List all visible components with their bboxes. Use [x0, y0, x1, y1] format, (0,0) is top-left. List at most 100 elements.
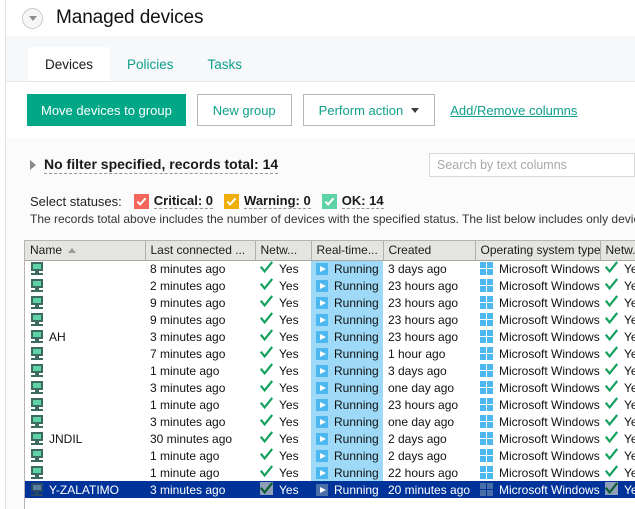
cell-last-connected: 1 minute ago [150, 397, 220, 412]
device-monitor-icon [30, 364, 44, 377]
table-row[interactable]: 1 minute ago Yes Running 2 days ago Microsof… [25, 447, 635, 464]
tab-tasks[interactable]: Tasks [191, 47, 260, 81]
triangle-right-icon[interactable] [30, 160, 36, 170]
table-row[interactable]: 1 minute ago Yes Running 3 days ago Microsof… [25, 362, 635, 379]
cell-last-connected: 1 minute ago [150, 465, 220, 480]
os-type-text: Microsoft Windows 10 [499, 465, 600, 480]
check-icon [604, 345, 619, 362]
windows-logo-icon [480, 347, 493, 360]
cell-network-agent-2: Yes [600, 481, 635, 498]
status-filter-ok[interactable]: OK: 14 [321, 193, 384, 209]
column-header-last-connected[interactable]: Last connected ... [145, 241, 256, 261]
device-monitor-icon [30, 466, 44, 479]
table-row[interactable]: 9 minutes ago Yes Running 23 hours ago Micro… [25, 311, 635, 328]
network-agent-text: Yes [279, 278, 299, 293]
column-header-realtime[interactable]: Real-time... [311, 241, 384, 261]
add-remove-columns-link[interactable]: Add/Remove columns [450, 103, 577, 118]
play-icon [316, 279, 328, 292]
check-icon [259, 311, 274, 328]
status-filter-critical[interactable]: Critical: 0 [133, 193, 214, 209]
cell-name [25, 362, 145, 379]
table-row[interactable]: JNDIL 30 minutes ago Yes Running 2 days ago M… [25, 430, 635, 447]
checkbox-checked-icon[interactable] [321, 193, 337, 209]
device-monitor-icon [30, 449, 44, 462]
windows-logo-icon [480, 296, 493, 309]
table-row[interactable]: 2 minutes ago Yes Running 23 hours ago Micro… [25, 277, 635, 294]
windows-logo-icon [480, 262, 493, 276]
column-header-os-type[interactable]: Operating system type [475, 241, 601, 261]
filter-summary[interactable]: No filter specified, records total: 14 [44, 156, 279, 174]
windows-logo-icon [480, 415, 493, 428]
play-icon [316, 483, 328, 496]
tab-policies[interactable]: Policies [110, 47, 191, 81]
column-header-name-label: Name [30, 243, 63, 258]
network-agent-text: Yes [279, 380, 299, 395]
cell-last-connected: 2 minutes ago [150, 278, 226, 293]
cell-name [25, 447, 145, 464]
network-agent-2-text: Yes [624, 329, 635, 344]
cell-network-agent-2: Yes [600, 362, 635, 379]
network-agent-2-text: Yes [624, 312, 635, 327]
table-row[interactable]: 3 minutes ago Yes Running one day ago Micros… [25, 413, 635, 430]
windows-logo-icon [480, 398, 493, 411]
network-agent-2-text: Yes [624, 380, 635, 395]
realtime-text: Running [334, 448, 379, 463]
device-monitor-icon [30, 398, 44, 411]
column-header-network-agent[interactable]: Netw... [255, 241, 312, 261]
windows-logo-icon [480, 381, 493, 394]
table-row[interactable]: 8 minutes ago Yes Running 3 days ago Microso… [25, 260, 635, 277]
chevron-glyph [28, 16, 37, 21]
cell-name [25, 294, 145, 311]
search-input[interactable] [429, 153, 635, 177]
cell-network-agent-2: Yes [600, 413, 635, 430]
cell-last-connected: 3 minutes ago [150, 414, 226, 429]
os-type-text: Microsoft Windows 10 [499, 397, 600, 412]
cell-last-connected: 9 minutes ago [150, 295, 226, 310]
network-agent-text: Yes [279, 482, 299, 497]
perform-action-button[interactable]: Perform action [302, 94, 436, 126]
column-header-network-agent-2[interactable]: Netw... [600, 241, 635, 261]
table-header-row: Name Last connected ... Netw... Real-tim… [25, 241, 635, 261]
play-icon [316, 347, 328, 360]
cell-network-agent-2: Yes [600, 464, 635, 481]
check-icon [259, 447, 274, 464]
cell-realtime: Running [311, 464, 383, 481]
cell-name [25, 379, 145, 396]
cell-last-connected: 8 minutes ago [150, 261, 226, 276]
table-row[interactable]: 1 minute ago Yes Running 23 hours ago Micros… [25, 396, 635, 413]
windows-logo-icon [480, 432, 493, 445]
device-monitor-icon [30, 432, 44, 445]
check-icon [604, 464, 619, 481]
cell-name [25, 464, 145, 481]
table-row[interactable]: 7 minutes ago Yes Running 1 hour ago Microso… [25, 345, 635, 362]
cell-network-agent: Yes [255, 447, 311, 464]
table-row[interactable]: 3 minutes ago Yes Running one day ago Micros… [25, 379, 635, 396]
network-agent-text: Yes [279, 448, 299, 463]
cell-network-agent: Yes [255, 311, 311, 328]
tab-devices[interactable]: Devices [28, 47, 111, 81]
cell-realtime: Running [311, 481, 383, 498]
move-devices-to-group-button[interactable]: Move devices to group [27, 94, 186, 126]
cell-name [25, 345, 145, 362]
realtime-text: Running [334, 431, 379, 446]
new-group-button[interactable]: New group [196, 94, 292, 126]
column-header-name[interactable]: Name [25, 241, 146, 261]
cell-created: 23 hours ago [388, 295, 459, 310]
sort-ascending-icon [68, 247, 77, 253]
status-filter-warning[interactable]: Warning: 0 [224, 193, 311, 209]
os-type-text: Microsoft Windows 10 [499, 448, 600, 463]
table-row[interactable]: 1 minute ago Yes Running 22 hours ago Micros… [25, 464, 635, 481]
chevron-down-icon[interactable] [22, 7, 43, 29]
network-agent-text: Yes [279, 329, 299, 344]
windows-logo-icon [480, 449, 493, 462]
checkbox-checked-icon[interactable] [224, 193, 240, 209]
table-row[interactable]: Y-ZALATIMO 3 minutes ago Yes Running 20 minu… [25, 481, 635, 498]
status-hint-text: The records total above includes the num… [30, 212, 635, 226]
cell-network-agent-2: Yes [600, 447, 635, 464]
table-row[interactable]: AH 3 minutes ago Yes Running 23 hours ago Mic… [25, 328, 635, 345]
os-type-text: Microsoft Windows 8.1 [499, 278, 600, 293]
checkbox-checked-icon[interactable] [133, 193, 149, 209]
check-icon [259, 379, 274, 396]
table-row[interactable]: 9 minutes ago Yes Running 23 hours ago Micro… [25, 294, 635, 311]
column-header-created[interactable]: Created [383, 241, 476, 261]
